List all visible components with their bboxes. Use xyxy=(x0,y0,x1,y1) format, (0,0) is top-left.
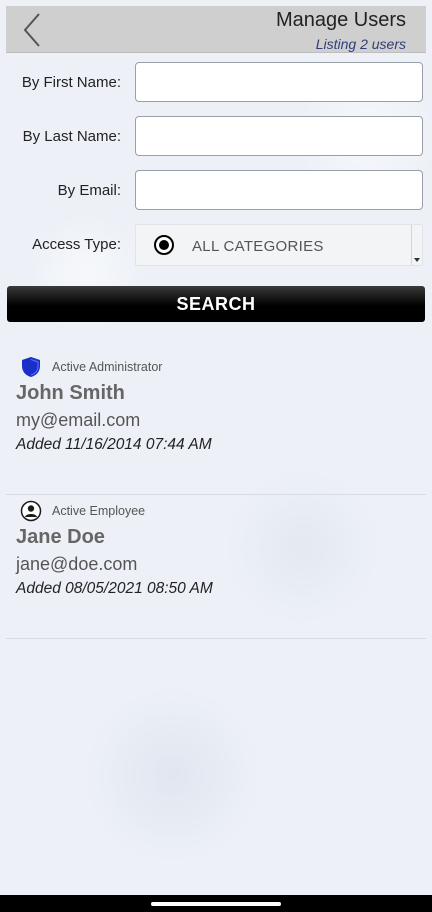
system-navigation-bar xyxy=(0,895,432,912)
access-type-select[interactable]: ALL CATEGORIES xyxy=(135,224,423,266)
shield-icon xyxy=(22,357,40,377)
first-name-input[interactable] xyxy=(135,62,423,102)
email-label: By Email: xyxy=(57,182,121,199)
select-divider xyxy=(411,225,412,265)
user-name: John Smith xyxy=(16,382,125,404)
user-role: Active Employee xyxy=(52,504,146,518)
last-name-input[interactable] xyxy=(135,116,423,156)
access-type-value: ALL CATEGORIES xyxy=(192,238,324,255)
user-list-item[interactable]: Active Administrator John Smith my@email… xyxy=(6,350,426,495)
user-email: jane@doe.com xyxy=(16,554,138,574)
user-list-item[interactable]: Active Employee Jane Doe jane@doe.com Ad… xyxy=(6,494,426,639)
user-added-date: Added 08/05/2021 08:50 AM xyxy=(16,580,213,597)
access-type-label: Access Type: xyxy=(32,236,121,253)
user-email: my@email.com xyxy=(16,410,141,430)
user-added-date: Added 11/16/2014 07:44 AM xyxy=(16,436,212,453)
user-count-subtitle: Listing 2 users xyxy=(315,36,406,52)
page-title: Manage Users xyxy=(275,9,406,31)
email-input[interactable] xyxy=(135,170,423,210)
person-icon xyxy=(20,500,42,522)
radio-selected-icon xyxy=(154,235,174,255)
dropdown-arrow-icon xyxy=(414,258,420,262)
last-name-label: By Last Name: xyxy=(22,128,121,145)
app-header: Manage Users Listing 2 users xyxy=(6,6,426,53)
first-name-label: By First Name: xyxy=(21,74,121,91)
search-button[interactable]: SEARCH xyxy=(7,286,425,322)
user-role: Active Administrator xyxy=(52,360,163,374)
chevron-left-icon xyxy=(23,13,40,47)
home-indicator[interactable] xyxy=(151,902,281,906)
user-name: Jane Doe xyxy=(16,526,105,548)
back-button[interactable] xyxy=(14,10,50,50)
